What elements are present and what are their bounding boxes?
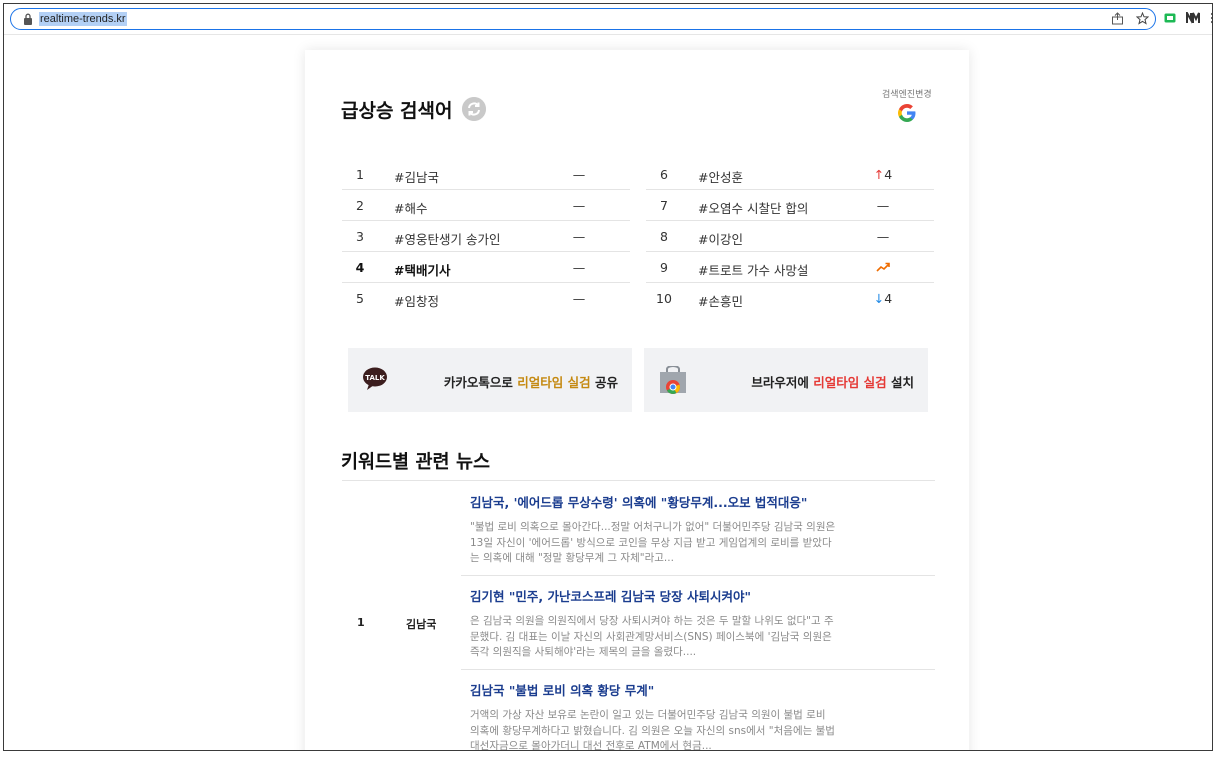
rank-change: — bbox=[572, 167, 586, 182]
rank-keyword[interactable]: #안성훈 bbox=[698, 167, 743, 186]
browser-window: realtime-trends.kr 급상승 검색어 검색엔진변경 1 #김남국… bbox=[3, 3, 1213, 751]
rank-change: — bbox=[876, 198, 890, 213]
news-snippet: "불법 로비 의혹으로 몰아간다...정말 어처구니가 없어" 더불어민주당 김… bbox=[470, 521, 836, 564]
rank-keyword[interactable]: #해수 bbox=[394, 198, 427, 217]
ranking-row[interactable]: 3 #영웅탄생기 송가인 — bbox=[342, 221, 630, 252]
news-group-rank: 1 bbox=[357, 616, 365, 629]
rank-number: 5 bbox=[356, 291, 364, 306]
rank-number: 2 bbox=[356, 198, 364, 213]
kakao-share-text: 카카오톡으로 리얼타임 실검 공유 bbox=[443, 375, 618, 390]
rank-change: — bbox=[876, 229, 890, 244]
address-bar-divider bbox=[4, 34, 1212, 35]
ranking-row[interactable]: 2 #해수 — bbox=[342, 190, 630, 221]
rank-keyword[interactable]: #김남국 bbox=[394, 167, 439, 186]
address-bar[interactable]: realtime-trends.kr bbox=[10, 8, 1156, 30]
share-icon[interactable] bbox=[1111, 12, 1124, 25]
ranking-row[interactable]: 4 #택배기사 — bbox=[342, 252, 630, 283]
chrome-webstore-icon bbox=[660, 366, 686, 394]
page-title: 급상승 검색어 bbox=[341, 100, 453, 122]
screen-extension-icon[interactable] bbox=[1164, 13, 1176, 23]
rank-keyword[interactable]: #이강인 bbox=[698, 229, 743, 248]
news-divider bbox=[342, 480, 935, 481]
news-headline[interactable]: 김남국, '에어드롭 무상수령' 의혹에 "황당무계...오보 법적대응" bbox=[470, 492, 807, 511]
news-snippet: 은 김남국 의원을 의원직에서 당장 사퇴시켜야 하는 것은 두 말할 나위도 … bbox=[470, 615, 834, 658]
more-menu-icon[interactable] bbox=[1210, 12, 1213, 24]
address-bar-row: realtime-trends.kr bbox=[4, 4, 1212, 34]
rank-number: 8 bbox=[660, 229, 668, 244]
ranking-row[interactable]: 8 #이강인 — bbox=[646, 221, 934, 252]
news-section-title: 키워드별 관련 뉴스 bbox=[341, 452, 491, 473]
article-divider bbox=[461, 575, 935, 576]
rank-keyword[interactable]: #임창정 bbox=[394, 291, 439, 310]
nm-extension-icon[interactable] bbox=[1186, 12, 1200, 24]
rank-number: 4 bbox=[355, 260, 365, 275]
ranking-row[interactable]: 9 #트로트 가수 사망설 bbox=[646, 252, 934, 283]
google-logo-icon[interactable] bbox=[896, 102, 918, 124]
rank-number: 1 bbox=[356, 167, 364, 182]
rank-change-down: ↓4 bbox=[873, 291, 893, 306]
rank-change: — bbox=[572, 198, 586, 213]
lock-icon[interactable] bbox=[23, 13, 33, 25]
rank-keyword[interactable]: #영웅탄생기 송가인 bbox=[394, 229, 500, 248]
ranking-list-right: 6 #안성훈 ↑4 7 #오염수 시찰단 합의 — 8 #이강인 — 9 #트로… bbox=[646, 159, 934, 313]
kakao-share-button[interactable]: TALK 카카오톡으로 리얼타임 실검 공유 bbox=[348, 348, 632, 412]
arrow-down-icon: ↓ bbox=[873, 291, 885, 306]
ranking-row[interactable]: 10 #손흥민 ↓4 bbox=[646, 283, 934, 313]
rank-change-new bbox=[868, 260, 898, 275]
rank-change: — bbox=[572, 260, 586, 275]
rank-number: 9 bbox=[660, 260, 668, 275]
rank-number: 10 bbox=[656, 291, 672, 306]
rank-change: — bbox=[572, 229, 586, 244]
ranking-row[interactable]: 6 #안성훈 ↑4 bbox=[646, 159, 934, 190]
rank-change-up: ↑4 bbox=[873, 167, 893, 182]
rank-change: — bbox=[572, 291, 586, 306]
arrow-up-icon: ↑ bbox=[873, 167, 885, 182]
article-divider bbox=[461, 669, 935, 670]
browser-install-text: 브라우저에 리얼타임 실검 설치 bbox=[751, 375, 914, 390]
refresh-icon[interactable] bbox=[462, 97, 486, 121]
bookmark-star-icon[interactable] bbox=[1136, 12, 1149, 25]
ranking-row[interactable]: 5 #임창정 — bbox=[342, 283, 630, 313]
ranking-row[interactable]: 7 #오염수 시찰단 합의 — bbox=[646, 190, 934, 221]
trend-up-icon bbox=[876, 262, 890, 272]
news-headline[interactable]: 김남국 "불법 로비 의혹 황당 무계" bbox=[470, 680, 654, 699]
news-headline[interactable]: 김기현 "민주, 가난코스프레 김남국 당장 사퇴시켜야" bbox=[470, 586, 751, 605]
rank-number: 6 bbox=[660, 167, 668, 182]
rank-keyword[interactable]: #택배기사 bbox=[394, 260, 450, 279]
main-card: 급상승 검색어 검색엔진변경 1 #김남국 — 2 #해수 — 3 #영웅탄생기… bbox=[305, 50, 969, 751]
rank-number: 3 bbox=[356, 229, 364, 244]
engine-change-label[interactable]: 검색엔진변경 bbox=[882, 87, 932, 100]
rank-number: 7 bbox=[660, 198, 668, 213]
news-group-keyword[interactable]: 김남국 bbox=[406, 616, 436, 632]
svg-text:TALK: TALK bbox=[365, 374, 385, 382]
rank-keyword[interactable]: #트로트 가수 사망설 bbox=[698, 260, 808, 279]
browser-install-button[interactable]: 브라우저에 리얼타임 실검 설치 bbox=[644, 348, 928, 412]
news-snippet: 거액의 가상 자산 보유로 논란이 일고 있는 더불어민주당 김남국 의원이 불… bbox=[470, 709, 835, 751]
ranking-list-left: 1 #김남국 — 2 #해수 — 3 #영웅탄생기 송가인 — 4 #택배기사 … bbox=[342, 159, 630, 313]
url-text[interactable]: realtime-trends.kr bbox=[39, 12, 127, 26]
rank-keyword[interactable]: #오염수 시찰단 합의 bbox=[698, 198, 808, 217]
ranking-row[interactable]: 1 #김남국 — bbox=[342, 159, 630, 190]
rank-keyword[interactable]: #손흥민 bbox=[698, 291, 743, 310]
kakao-talk-icon: TALK bbox=[363, 367, 387, 390]
